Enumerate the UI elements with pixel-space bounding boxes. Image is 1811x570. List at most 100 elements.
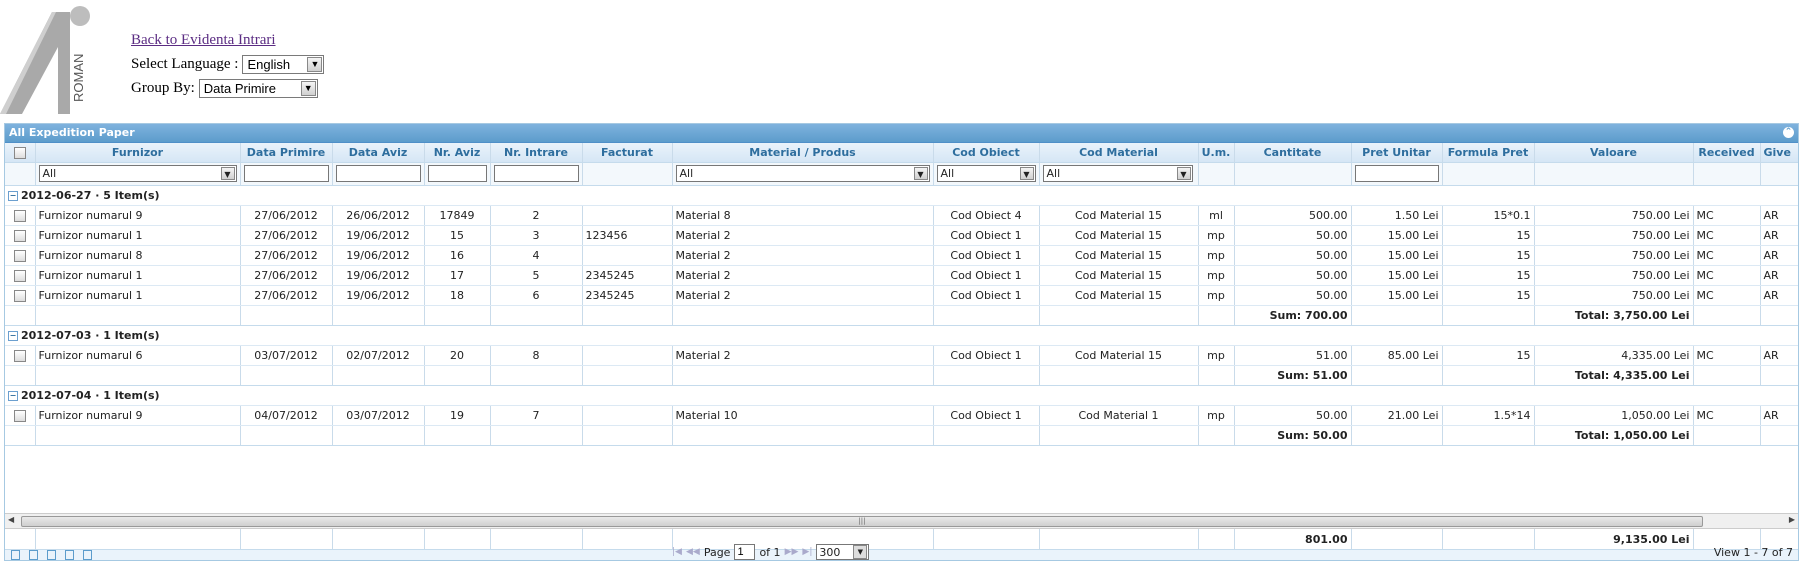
row-checkbox[interactable] bbox=[13, 289, 26, 302]
table-cell: 15 bbox=[1442, 265, 1535, 286]
collapse-icon[interactable]: ⌃ bbox=[1783, 127, 1794, 138]
language-value: English bbox=[247, 56, 291, 72]
row-checkbox[interactable] bbox=[13, 349, 26, 362]
summary-cell bbox=[490, 425, 583, 446]
group-collapse-icon[interactable]: − bbox=[8, 390, 18, 401]
col-cantitate[interactable]: Cantitate bbox=[1234, 143, 1352, 163]
prev-page-icon[interactable]: ◀◀ bbox=[686, 547, 700, 557]
table-row[interactable]: Furnizor numarul 6 03/07/2012 02/07/2012 20… bbox=[5, 345, 1798, 366]
table-cell: 03/07/2012 bbox=[240, 345, 333, 366]
col-material[interactable]: Material / Produs bbox=[672, 143, 934, 163]
col-nr-aviz[interactable]: Nr. Aviz bbox=[424, 143, 491, 163]
nr-intrare-filter[interactable] bbox=[493, 165, 579, 182]
last-page-icon[interactable]: ▶| bbox=[802, 547, 812, 557]
table-cell: Cod Material 15 bbox=[1039, 345, 1199, 366]
row-checkbox[interactable] bbox=[13, 409, 26, 422]
language-select[interactable]: English ▼ bbox=[242, 54, 325, 74]
table-cell: 19 bbox=[424, 405, 491, 426]
summary-cell bbox=[240, 305, 333, 326]
row-select-cell bbox=[5, 345, 36, 366]
data-aviz-filter[interactable] bbox=[335, 165, 421, 182]
table-cell: 750.00 Lei bbox=[1534, 205, 1694, 226]
col-give[interactable]: Give bbox=[1760, 143, 1798, 163]
pret-unitar-filter[interactable] bbox=[1354, 165, 1439, 182]
summary-cell bbox=[582, 305, 673, 326]
table-row[interactable]: Furnizor numarul 1 27/06/2012 19/06/2012 17… bbox=[5, 265, 1798, 286]
header-controls: Back to Evidenta Intrari Select Language… bbox=[131, 28, 325, 100]
furnizor-filter[interactable]: All ▼ bbox=[38, 165, 237, 182]
group-label: 2012-06-27 · 5 Item(s) bbox=[21, 188, 160, 202]
material-filter[interactable]: All ▼ bbox=[675, 165, 930, 182]
cod-obiect-filter-value: All bbox=[940, 167, 955, 180]
row-checkbox[interactable] bbox=[13, 229, 26, 242]
group-total: Total: 1,050.00 Lei bbox=[1534, 425, 1694, 446]
table-cell: Cod Obiect 1 bbox=[933, 405, 1040, 426]
horizontal-scrollbar[interactable]: ◀ ||| ▶ bbox=[5, 513, 1798, 529]
table-cell: 1.5*14 bbox=[1442, 405, 1535, 426]
next-page-icon[interactable]: ▶▶ bbox=[785, 547, 799, 557]
group-header-row[interactable]: −2012-06-27 · 5 Item(s) bbox=[5, 185, 1798, 206]
scrollbar-thumb[interactable]: ||| bbox=[21, 516, 1703, 527]
group-collapse-icon[interactable]: − bbox=[8, 190, 18, 201]
chevron-down-icon: ▼ bbox=[220, 167, 235, 180]
add-icon[interactable] bbox=[11, 550, 20, 560]
back-link[interactable]: Back to Evidenta Intrari bbox=[131, 32, 276, 49]
col-furnizor[interactable]: Furnizor bbox=[35, 143, 241, 163]
col-valoare[interactable]: Valoare bbox=[1534, 143, 1694, 163]
cod-obiect-filter[interactable]: All ▼ bbox=[936, 165, 1036, 182]
summary-cell bbox=[5, 425, 36, 446]
table-cell: 21.00 Lei bbox=[1351, 405, 1443, 426]
columns-icon[interactable] bbox=[65, 550, 74, 560]
cod-material-filter[interactable]: All ▼ bbox=[1042, 165, 1193, 182]
table-cell: ml bbox=[1198, 205, 1235, 226]
col-um[interactable]: U.m. bbox=[1198, 143, 1235, 163]
col-nr-intrare[interactable]: Nr. Intrare bbox=[490, 143, 583, 163]
table-cell: Material 2 bbox=[672, 245, 934, 266]
table-row[interactable]: Furnizor numarul 1 27/06/2012 19/06/2012 15… bbox=[5, 225, 1798, 246]
summary-cell bbox=[672, 365, 934, 386]
group-by-select[interactable]: Data Primire ▼ bbox=[198, 78, 318, 98]
scroll-left-icon[interactable]: ◀ bbox=[8, 515, 14, 524]
row-checkbox[interactable] bbox=[13, 269, 26, 282]
group-header-row[interactable]: −2012-07-04 · 1 Item(s) bbox=[5, 385, 1798, 406]
select-all-checkbox[interactable] bbox=[13, 146, 26, 159]
table-row[interactable]: Furnizor numarul 1 27/06/2012 19/06/2012 18… bbox=[5, 285, 1798, 306]
page-label: Page bbox=[703, 545, 731, 559]
group-header-row[interactable]: −2012-07-03 · 1 Item(s) bbox=[5, 325, 1798, 346]
refresh-icon[interactable] bbox=[47, 550, 56, 560]
col-received[interactable]: Received bbox=[1693, 143, 1761, 163]
table-cell: 3 bbox=[490, 225, 583, 246]
table-row[interactable]: Furnizor numarul 9 04/07/2012 03/07/2012 19… bbox=[5, 405, 1798, 426]
scroll-right-icon[interactable]: ▶ bbox=[1789, 515, 1795, 524]
summary-cell bbox=[490, 305, 583, 326]
col-data-aviz[interactable]: Data Aviz bbox=[332, 143, 425, 163]
nr-aviz-filter[interactable] bbox=[427, 165, 487, 182]
page-count: of 1 bbox=[759, 545, 781, 559]
col-pret-unitar[interactable]: Pret Unitar bbox=[1351, 143, 1443, 163]
summary-cell bbox=[582, 365, 673, 386]
table-cell: 500.00 bbox=[1234, 205, 1352, 226]
col-cod-obiect[interactable]: Cod Obiect bbox=[933, 143, 1040, 163]
group-collapse-icon[interactable]: − bbox=[8, 330, 18, 341]
col-data-primire[interactable]: Data Primire bbox=[240, 143, 333, 163]
row-checkbox[interactable] bbox=[13, 249, 26, 262]
material-filter-value: All bbox=[679, 167, 694, 180]
summary-cell bbox=[1693, 305, 1761, 326]
summary-cell bbox=[332, 365, 425, 386]
col-cod-material[interactable]: Cod Material bbox=[1039, 143, 1199, 163]
row-checkbox[interactable] bbox=[13, 209, 26, 222]
print-icon[interactable] bbox=[83, 550, 92, 560]
table-row[interactable]: Furnizor numarul 9 27/06/2012 26/06/2012 17… bbox=[5, 205, 1798, 226]
page-input[interactable] bbox=[734, 544, 756, 560]
rows-per-page-select[interactable]: 300 ▼ bbox=[816, 544, 870, 560]
table-row[interactable]: Furnizor numarul 8 27/06/2012 19/06/2012 16… bbox=[5, 245, 1798, 266]
group-header-cell: −2012-07-03 · 1 Item(s) bbox=[5, 325, 1798, 346]
summary-cell bbox=[933, 425, 1040, 446]
col-formula-pret[interactable]: Formula Pret bbox=[1442, 143, 1535, 163]
summary-cell bbox=[35, 305, 241, 326]
data-primire-filter[interactable] bbox=[243, 165, 329, 182]
search-icon[interactable] bbox=[29, 550, 38, 560]
first-page-icon[interactable]: |◀ bbox=[672, 547, 682, 557]
col-facturat[interactable]: Facturat bbox=[582, 143, 673, 163]
table-cell: 19/06/2012 bbox=[332, 245, 425, 266]
